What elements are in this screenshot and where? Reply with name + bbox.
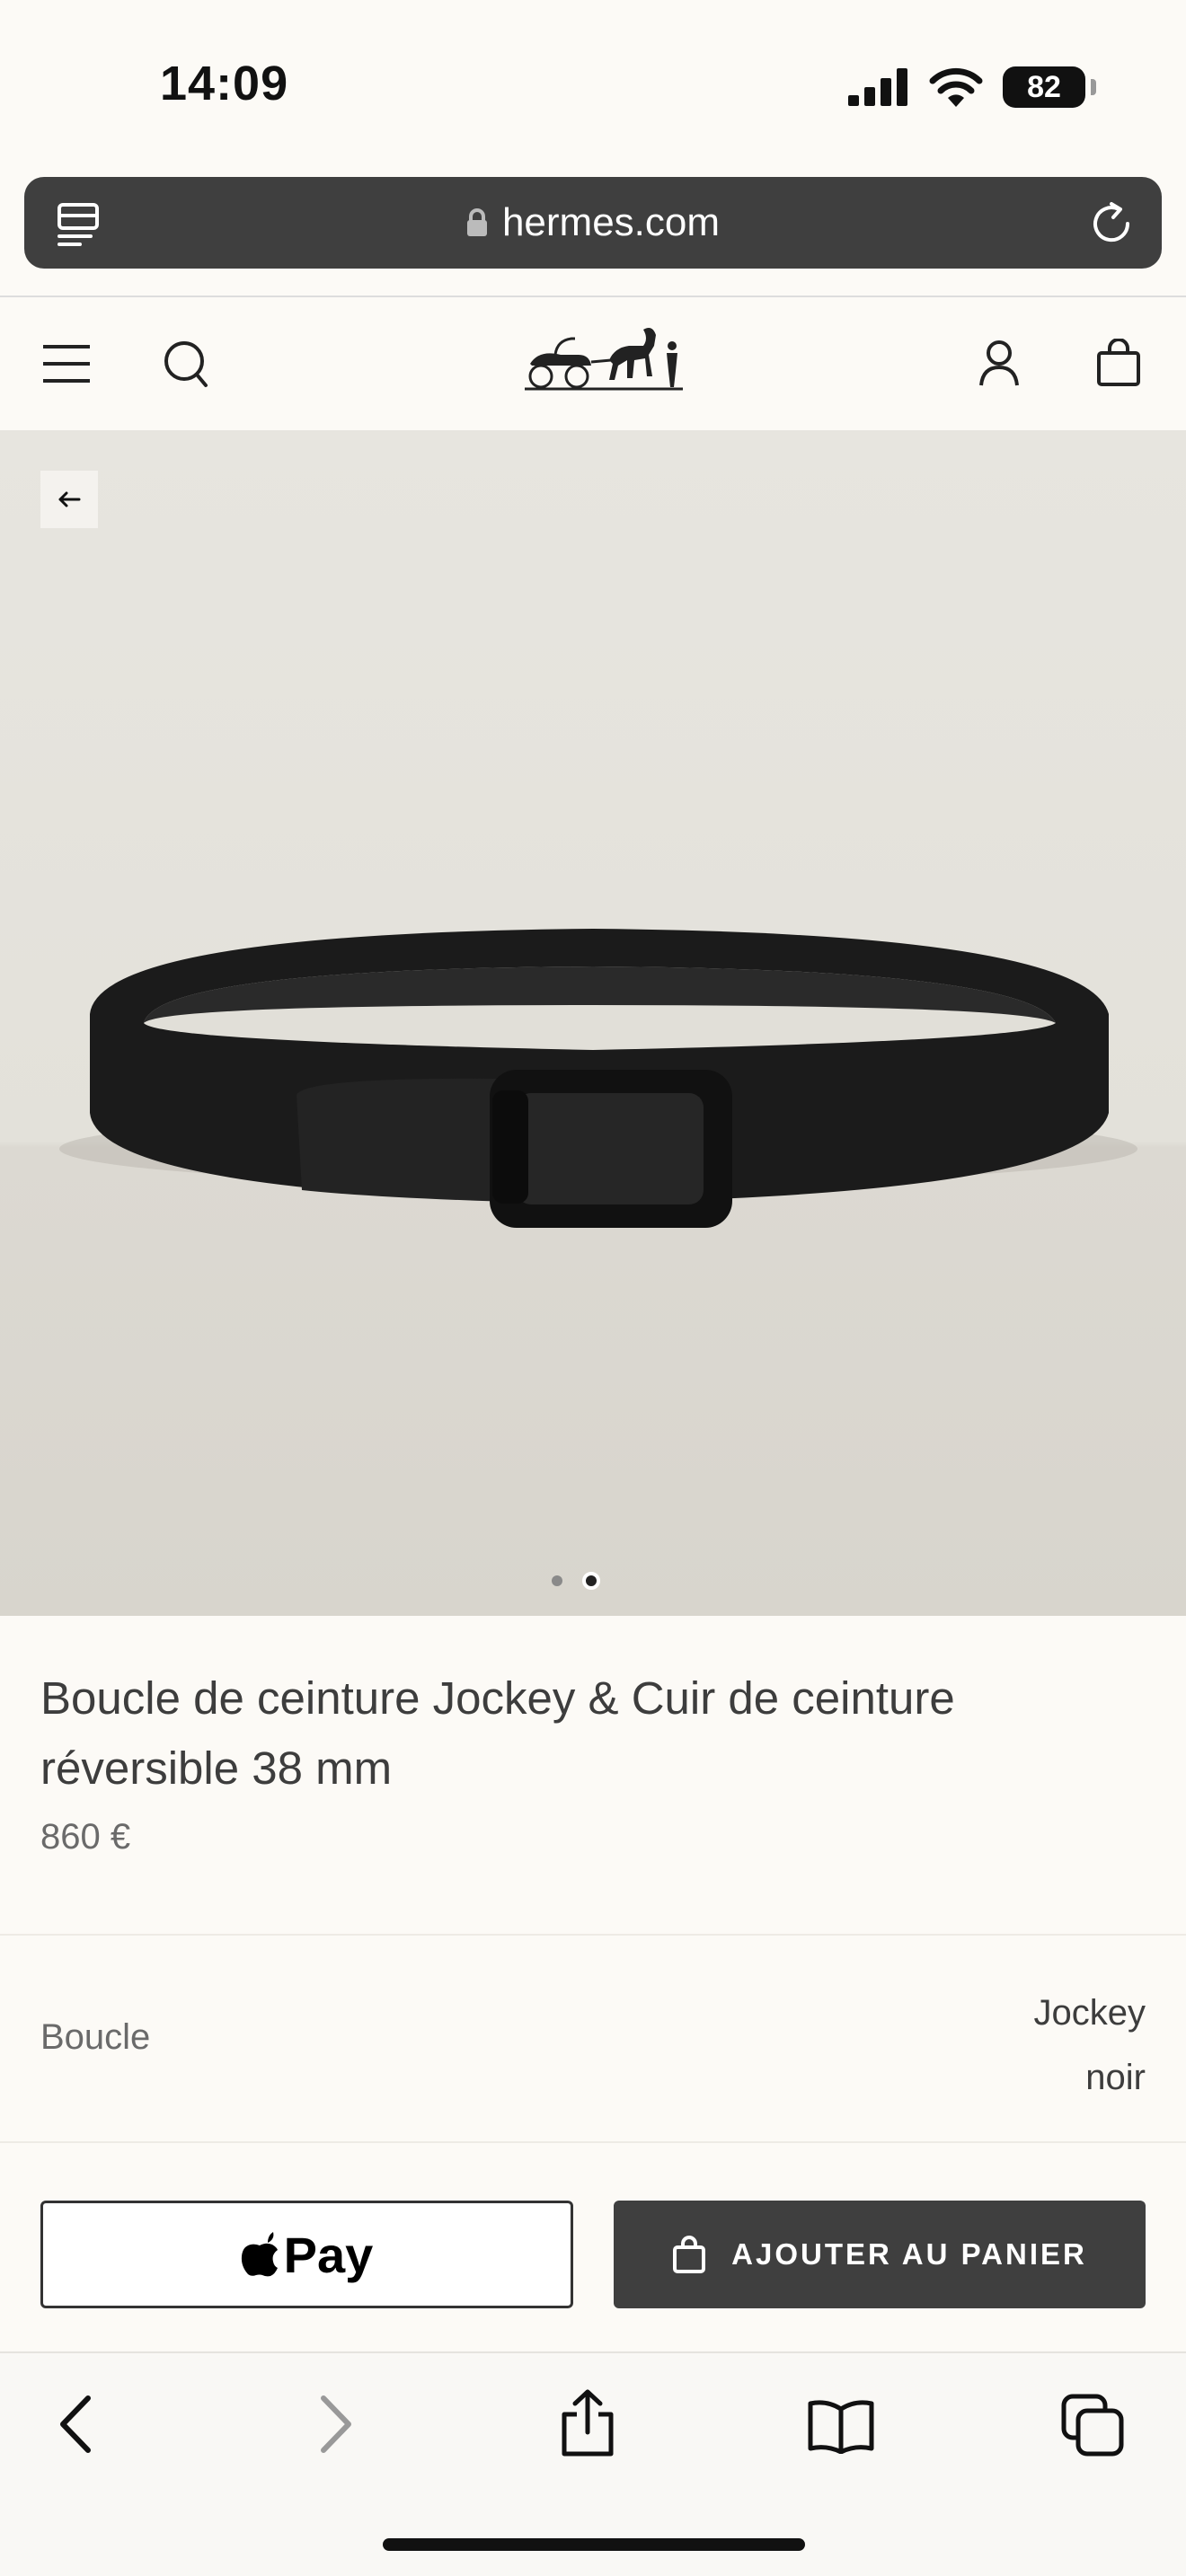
menu-icon[interactable]: [41, 344, 92, 384]
section-divider: [0, 2141, 1186, 2143]
section-divider: [0, 1934, 1186, 1936]
apple-pay-label: Pay: [283, 2226, 374, 2283]
account-icon[interactable]: [978, 339, 1021, 387]
apple-icon: [241, 2232, 278, 2277]
battery-indicator: 82: [1003, 66, 1096, 108]
apple-pay-button[interactable]: Pay: [40, 2201, 573, 2308]
attribute-value-buckle: Jockey: [1033, 1993, 1146, 2033]
search-icon[interactable]: [164, 340, 208, 389]
attribute-value-color: noir: [1085, 2058, 1146, 2097]
forward-arrow-icon[interactable]: [318, 2395, 354, 2454]
attribute-values[interactable]: Jockey noir: [1034, 1981, 1146, 2110]
bookmarks-icon[interactable]: [807, 2398, 875, 2454]
product-price: 860 €: [40, 1817, 131, 1857]
status-icons: 82: [848, 65, 1096, 110]
carousel-dot[interactable]: [552, 1575, 562, 1586]
hermes-logo[interactable]: [521, 319, 686, 394]
site-header: [0, 297, 1186, 430]
back-arrow-icon[interactable]: [58, 2395, 93, 2454]
reader-mode-icon[interactable]: [57, 202, 102, 247]
share-icon[interactable]: [559, 2389, 616, 2457]
carousel-dot-active[interactable]: [582, 1572, 600, 1590]
shopping-bag-icon[interactable]: [1096, 339, 1141, 387]
back-button[interactable]: [40, 471, 98, 528]
add-to-cart-label: AJOUTER AU PANIER: [731, 2237, 1087, 2271]
cellular-signal-icon: [848, 68, 907, 106]
arrow-left-icon: [58, 491, 81, 507]
status-time: 14:09: [160, 57, 289, 110]
lock-icon: [466, 208, 487, 236]
belt-image: [59, 929, 1137, 1228]
reload-icon[interactable]: [1088, 200, 1135, 247]
wifi-icon: [929, 67, 983, 107]
product-image[interactable]: [0, 430, 1186, 1616]
shopping-bag-icon: [673, 2236, 706, 2273]
home-indicator: [383, 2538, 805, 2551]
product-title: Boucle de ceinture Jockey & Cuir de cein…: [40, 1672, 955, 1794]
tabs-icon[interactable]: [1060, 2393, 1125, 2457]
url-bar[interactable]: hermes.com: [24, 177, 1162, 269]
add-to-cart-button[interactable]: AJOUTER AU PANIER: [614, 2201, 1146, 2308]
attribute-label: Boucle: [40, 2017, 151, 2057]
url-text: hermes.com: [501, 200, 721, 244]
